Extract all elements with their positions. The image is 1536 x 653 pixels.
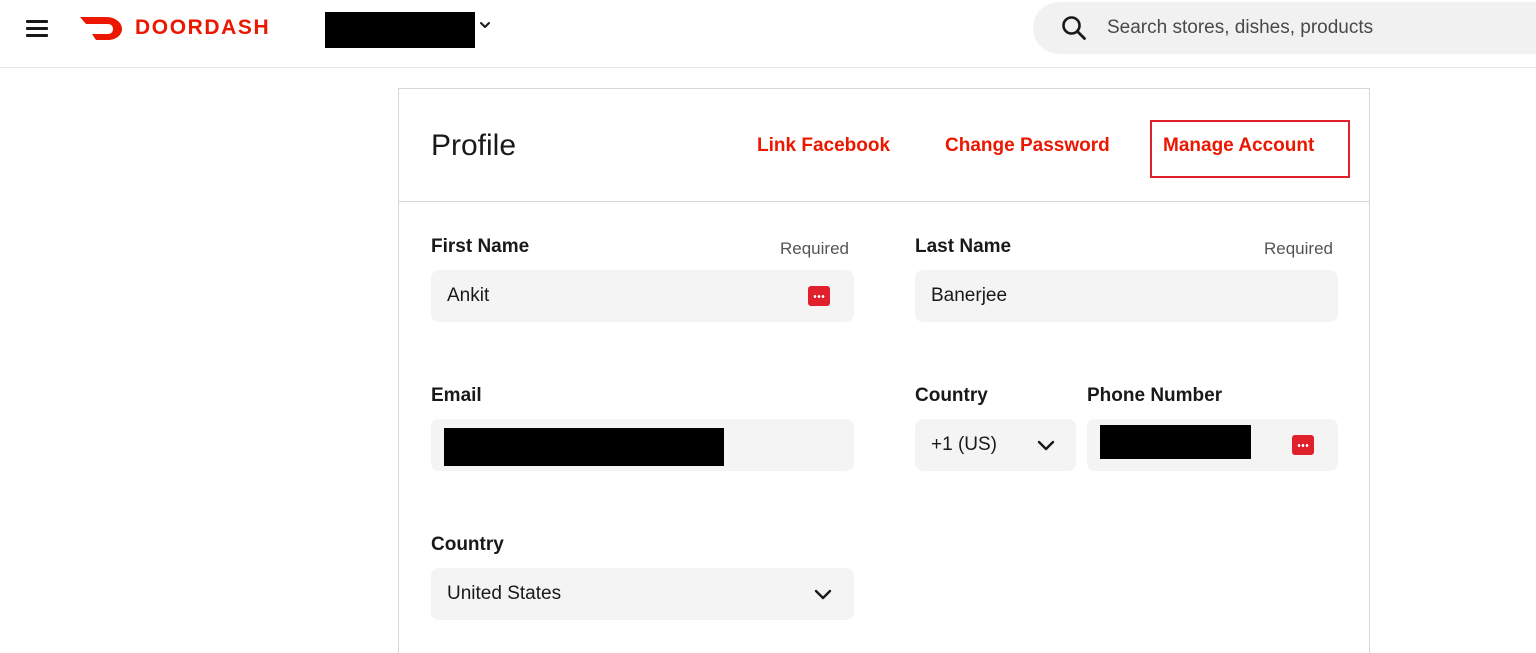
- doordash-logo-icon: [80, 17, 122, 40]
- last-name-field[interactable]: Banerjee: [915, 270, 1338, 322]
- search-bar[interactable]: Search stores, dishes, products: [1033, 2, 1536, 54]
- chevron-down-icon: [1037, 440, 1055, 451]
- delivery-address-redacted[interactable]: [325, 12, 475, 48]
- country-select[interactable]: United States: [431, 568, 854, 620]
- profile-card: Profile Link Facebook Change Password Ma…: [398, 88, 1370, 653]
- doordash-logo[interactable]: DOORDASH: [80, 13, 270, 43]
- phone-country-label: Country: [915, 385, 988, 406]
- hamburger-menu-icon[interactable]: [24, 17, 52, 39]
- email-redacted: [444, 428, 724, 466]
- phone-country-value: +1 (US): [931, 434, 997, 455]
- change-password-button[interactable]: Change Password: [945, 135, 1110, 157]
- password-manager-icon[interactable]: [808, 286, 830, 306]
- profile-card-header: Profile Link Facebook Change Password Ma…: [399, 89, 1369, 202]
- chevron-down-icon: [814, 589, 832, 600]
- phone-number-field[interactable]: [1087, 419, 1338, 471]
- phone-number-redacted: [1100, 425, 1251, 459]
- phone-country-select[interactable]: +1 (US): [915, 419, 1076, 471]
- last-name-value: Banerjee: [931, 285, 1008, 306]
- link-facebook-button[interactable]: Link Facebook: [757, 135, 890, 157]
- email-field[interactable]: [431, 419, 854, 471]
- last-name-required: Required: [1264, 239, 1333, 258]
- page-title: Profile: [431, 129, 517, 162]
- country-label: Country: [431, 534, 504, 555]
- search-icon: [1062, 16, 1086, 40]
- first-name-value: Ankit: [447, 285, 490, 306]
- logo-text: DOORDASH: [135, 16, 271, 39]
- first-name-field[interactable]: Ankit: [431, 270, 854, 322]
- first-name-label: First Name: [431, 236, 530, 257]
- first-name-required: Required: [780, 239, 849, 258]
- last-name-label: Last Name: [915, 236, 1012, 257]
- search-input[interactable]: Search stores, dishes, products: [1107, 17, 1373, 39]
- email-label: Email: [431, 385, 482, 406]
- password-manager-icon[interactable]: [1292, 435, 1314, 455]
- phone-number-label: Phone Number: [1087, 385, 1223, 406]
- top-header: DOORDASH Search stores, dishes, products: [0, 0, 1536, 68]
- country-value: United States: [447, 583, 562, 604]
- manage-account-button[interactable]: Manage Account: [1163, 135, 1314, 157]
- chevron-down-icon[interactable]: [478, 18, 492, 32]
